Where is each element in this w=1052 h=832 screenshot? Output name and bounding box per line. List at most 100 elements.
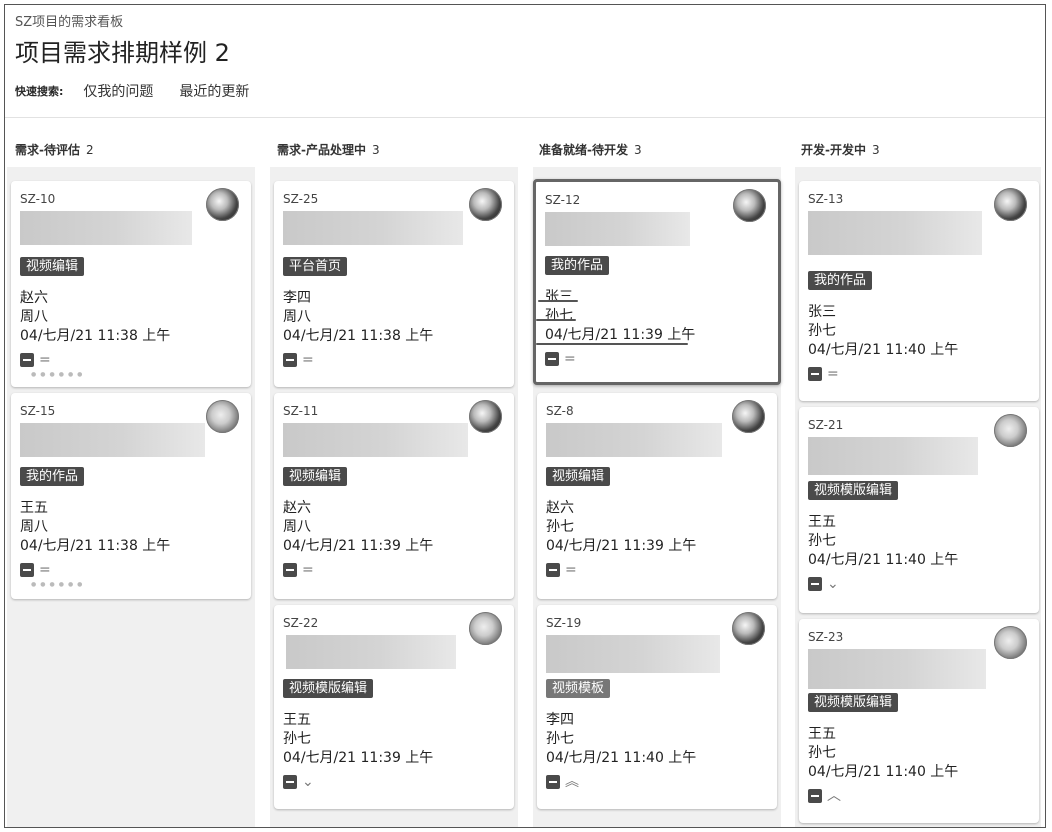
issue-type-icon bbox=[546, 563, 560, 577]
priority-icon: ⌄ bbox=[302, 774, 314, 790]
column-count: 3 bbox=[633, 143, 642, 157]
priority-icon: = bbox=[302, 352, 314, 368]
issue-key[interactable]: SZ-19 bbox=[546, 616, 581, 630]
issue-key[interactable]: SZ-23 bbox=[808, 630, 843, 644]
assignee-name: 王五 bbox=[20, 500, 48, 516]
column-to-evaluate: 需求-待评估 2 SZ-10 视频编辑 赵六 周八 04/七月/21 11:38 … bbox=[7, 127, 255, 827]
assignee-avatar[interactable] bbox=[733, 189, 766, 222]
quick-filters: 快速搜索: 仅我的问题 最近的更新 bbox=[15, 81, 275, 101]
issue-type-icon bbox=[283, 353, 297, 367]
quick-filter-recently-updated[interactable]: 最近的更新 bbox=[179, 81, 249, 101]
blurred-summary bbox=[286, 635, 456, 669]
epic-tag: 我的作品 bbox=[545, 256, 610, 275]
issue-key[interactable]: SZ-13 bbox=[808, 192, 843, 206]
issue-card-sz-23[interactable]: SZ-23 视频模版编辑 王五 孙七 04/七月/21 11:40 上午 ︿ bbox=[799, 619, 1039, 823]
priority-icon: ︽ bbox=[565, 774, 579, 790]
issue-card-sz-8[interactable]: SZ-8 视频编辑 赵六 孙七 04/七月/21 11:39 上午 = bbox=[537, 393, 777, 599]
blurred-summary bbox=[545, 212, 690, 246]
reporter-name: 孙七 bbox=[808, 533, 836, 549]
issue-type-icon bbox=[546, 775, 560, 789]
column-count: 2 bbox=[85, 143, 94, 157]
issue-card-sz-13[interactable]: SZ-13 我的作品 张三 孙七 04/七月/21 11:40 上午 = bbox=[799, 181, 1039, 401]
priority-icon: = bbox=[827, 366, 839, 382]
reporter-name: 孙七 bbox=[808, 745, 836, 761]
issue-card-sz-22[interactable]: SZ-22 视频模版编辑 王五 孙七 04/七月/21 11:39 上午 ⌄ bbox=[274, 605, 514, 809]
issue-card-sz-10[interactable]: SZ-10 视频编辑 赵六 周八 04/七月/21 11:38 上午 = ●●●… bbox=[11, 181, 251, 387]
issue-card-sz-11[interactable]: SZ-11 视频编辑 赵六 周八 04/七月/21 11:39 上午 = bbox=[274, 393, 514, 599]
issue-key[interactable]: SZ-10 bbox=[20, 192, 55, 206]
epic-tag: 视频模板 bbox=[546, 679, 611, 698]
assignee-avatar[interactable] bbox=[469, 400, 502, 433]
issue-key[interactable]: SZ-22 bbox=[283, 616, 318, 630]
priority-icon: = bbox=[565, 562, 577, 578]
issue-key[interactable]: SZ-21 bbox=[808, 418, 843, 432]
epic-tag: 我的作品 bbox=[808, 271, 873, 290]
issue-card-sz-21[interactable]: SZ-21 视频模版编辑 王五 孙七 04/七月/21 11:40 上午 ⌄ bbox=[799, 407, 1039, 613]
assignee-name: 赵六 bbox=[283, 500, 311, 516]
priority-icon: ⌄ bbox=[827, 576, 839, 592]
issue-card-sz-15[interactable]: SZ-15 我的作品 王五 周八 04/七月/21 11:38 上午 = ●●●… bbox=[11, 393, 251, 599]
issue-key[interactable]: SZ-12 bbox=[545, 193, 580, 207]
issue-key[interactable]: SZ-25 bbox=[283, 192, 318, 206]
column-title: 开发-开发中 bbox=[801, 143, 866, 157]
reporter-name: 孙七 bbox=[545, 308, 573, 324]
column-header: 准备就绪-待开发 3 bbox=[533, 127, 781, 167]
priority-icon: ︿ bbox=[827, 788, 841, 804]
blurred-summary bbox=[546, 423, 722, 457]
priority-icon: = bbox=[39, 352, 51, 368]
card-icons: = bbox=[545, 352, 576, 366]
quick-filter-only-my-issues[interactable]: 仅我的问题 bbox=[83, 81, 153, 101]
quick-filter-label: 快速搜索: bbox=[15, 85, 64, 98]
column-header: 需求-产品处理中 3 bbox=[270, 127, 518, 167]
issue-card-sz-19[interactable]: SZ-19 视频模板 李四 孙七 04/七月/21 11:40 上午 ︽ bbox=[537, 605, 777, 809]
assignee-avatar[interactable] bbox=[994, 626, 1027, 659]
assignee-avatar[interactable] bbox=[732, 400, 765, 433]
epic-tag: 视频编辑 bbox=[546, 467, 611, 486]
priority-icon: = bbox=[39, 562, 51, 578]
reporter-name: 周八 bbox=[283, 309, 311, 325]
created-date: 04/七月/21 11:40 上午 bbox=[808, 342, 959, 358]
issue-card-sz-12[interactable]: SZ-12 我的作品 张三 孙七 04/七月/21 11:39 上午 = bbox=[533, 179, 781, 385]
assignee-avatar[interactable] bbox=[206, 188, 239, 221]
assignee-name: 李四 bbox=[546, 712, 574, 728]
reporter-name: 周八 bbox=[20, 519, 48, 535]
assignee-avatar[interactable] bbox=[732, 612, 765, 645]
assignee-name: 赵六 bbox=[546, 500, 574, 516]
column-title: 准备就绪-待开发 bbox=[539, 143, 628, 157]
card-icons: = bbox=[546, 563, 577, 577]
created-date: 04/七月/21 11:40 上午 bbox=[808, 764, 959, 780]
blurred-summary bbox=[20, 211, 192, 245]
epic-tag: 视频编辑 bbox=[20, 257, 85, 276]
breadcrumb[interactable]: SZ项目的需求看板 bbox=[15, 11, 123, 30]
issue-key[interactable]: SZ-11 bbox=[283, 404, 318, 418]
epic-tag: 视频编辑 bbox=[283, 467, 348, 486]
issue-type-icon bbox=[20, 353, 34, 367]
card-icons: = bbox=[20, 563, 51, 577]
assignee-avatar[interactable] bbox=[994, 188, 1027, 221]
card-icons: = bbox=[283, 563, 314, 577]
column-header: 开发-开发中 3 bbox=[795, 127, 1041, 167]
created-date: 04/七月/21 11:38 上午 bbox=[20, 538, 171, 554]
blurred-summary bbox=[808, 211, 982, 255]
assignee-name: 王五 bbox=[808, 726, 836, 742]
dots-indicator: ●●●●●● bbox=[31, 371, 87, 378]
card-icons: ︽ bbox=[546, 775, 579, 789]
card-icons: = bbox=[20, 353, 51, 367]
issue-card-sz-25[interactable]: SZ-25 平台首页 李四 周八 04/七月/21 11:38 上午 = bbox=[274, 181, 514, 387]
card-icons: ⌄ bbox=[283, 775, 314, 789]
assignee-avatar[interactable] bbox=[469, 188, 502, 221]
column-count: 3 bbox=[871, 143, 880, 157]
issue-key[interactable]: SZ-15 bbox=[20, 404, 55, 418]
assignee-avatar[interactable] bbox=[994, 414, 1027, 447]
assignee-avatar[interactable] bbox=[206, 400, 239, 433]
created-date: 04/七月/21 11:39 上午 bbox=[283, 538, 434, 554]
blurred-summary bbox=[808, 649, 986, 689]
assignee-avatar[interactable] bbox=[469, 612, 502, 645]
card-icons: ⌄ bbox=[808, 577, 839, 591]
epic-tag: 视频模版编辑 bbox=[808, 481, 899, 500]
card-icons: = bbox=[808, 367, 839, 381]
issue-key[interactable]: SZ-8 bbox=[546, 404, 574, 418]
issue-type-icon bbox=[283, 563, 297, 577]
blurred-summary bbox=[20, 423, 205, 457]
epic-tag: 平台首页 bbox=[283, 257, 348, 276]
